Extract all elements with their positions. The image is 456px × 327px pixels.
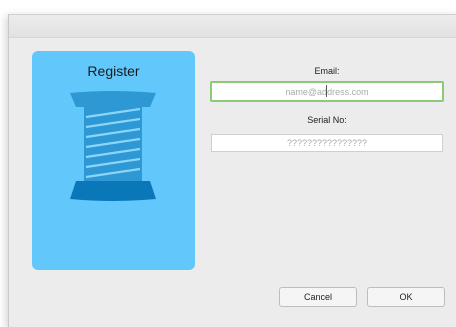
register-dialog: Register Email: Serial No: Cancel OK bbox=[8, 14, 456, 327]
ok-button[interactable]: OK bbox=[367, 287, 445, 307]
cancel-button[interactable]: Cancel bbox=[279, 287, 357, 307]
title-bar[interactable] bbox=[9, 15, 456, 38]
email-label: Email: bbox=[314, 66, 340, 76]
serial-label: Serial No: bbox=[307, 115, 347, 125]
email-input[interactable] bbox=[210, 81, 444, 102]
text-cursor bbox=[326, 85, 327, 97]
thread-spool-icon bbox=[70, 91, 156, 201]
register-card: Register bbox=[32, 51, 195, 270]
serial-number-input[interactable] bbox=[211, 134, 443, 152]
